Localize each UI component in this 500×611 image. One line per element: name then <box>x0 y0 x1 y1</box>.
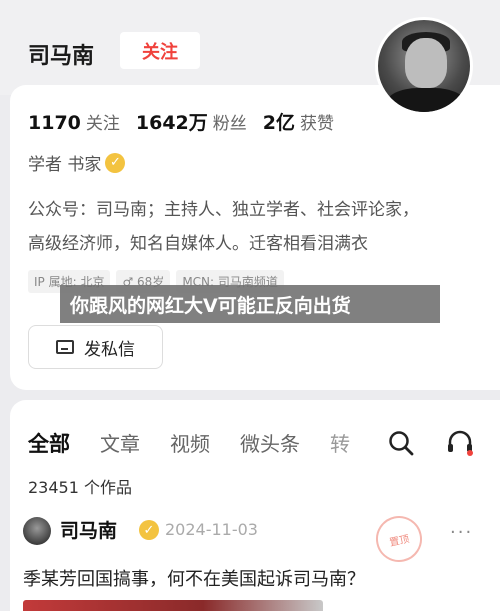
likes-count: 2亿 <box>262 112 296 134</box>
tab-videos[interactable]: 视频 <box>170 428 210 457</box>
following-label[interactable]: 关注 <box>86 109 120 134</box>
tab-all[interactable]: 全部 <box>28 428 70 458</box>
likes-label: 获赞 <box>300 114 335 134</box>
more-dots-icon[interactable]: ··· <box>450 522 473 543</box>
profile-name: 司马南 <box>28 44 95 69</box>
follow-button[interactable]: 关注 <box>120 32 200 69</box>
send-message-button[interactable]: 发私信 <box>28 325 163 369</box>
bio-line-1: 公众号：司马南；主持人、独立学者、社会评论家， <box>28 200 419 220</box>
overlay-caption-banner: 你跟风的网红大V可能正反向出货 <box>60 285 440 323</box>
tab-reposts[interactable]: 转 <box>330 428 350 457</box>
content-tabs: 全部 文章 视频 微头条 转 <box>28 428 380 458</box>
avatar-face <box>405 38 447 88</box>
post-date: 2024-11-03 <box>165 520 258 539</box>
followers-count[interactable]: 1642万 <box>136 108 208 135</box>
profile-tags: 学者 书家 ✓ <box>28 150 126 175</box>
bio-line-2: 高级经济师，知名自媒体人。迁客相看泪满衣 <box>28 234 368 254</box>
tab-micro-posts[interactable]: 微头条 <box>240 428 300 457</box>
post-verified-icon: ✓ <box>139 520 159 540</box>
message-icon <box>56 340 74 354</box>
verified-icon: ✓ <box>105 152 126 173</box>
headset-icon[interactable] <box>445 428 475 458</box>
post-image[interactable] <box>23 600 323 611</box>
post-title[interactable]: 季某芳回国搞事，何不在美国起诉司马南？ <box>23 565 365 591</box>
following-count[interactable]: 1170 <box>28 112 81 134</box>
search-icon[interactable] <box>388 430 414 456</box>
works-count: 23451 个作品 <box>28 478 132 497</box>
avatar-body <box>386 88 466 112</box>
profile-stats: 1170 关注 1642万 粉丝 2亿 获赞 <box>28 108 350 135</box>
send-message-label: 发私信 <box>84 339 135 360</box>
post-author-name[interactable]: 司马南 <box>60 516 117 543</box>
post-author-avatar[interactable] <box>23 517 51 545</box>
profile-tags-text: 学者 书家 <box>28 155 102 175</box>
tab-articles[interactable]: 文章 <box>100 428 140 457</box>
profile-avatar[interactable] <box>375 17 473 115</box>
profile-bio: 公众号：司马南；主持人、独立学者、社会评论家， 高级经济师，知名自媒体人。迁客相… <box>28 193 478 261</box>
followers-label[interactable]: 粉丝 <box>213 109 247 134</box>
